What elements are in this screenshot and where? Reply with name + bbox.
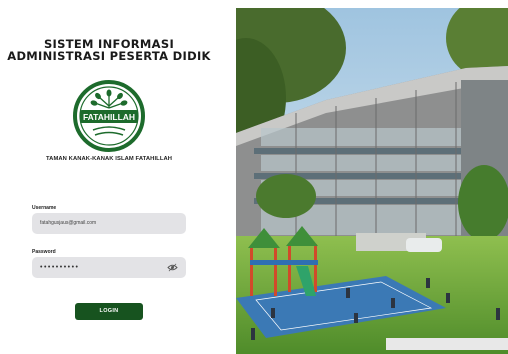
school-logo: FATAHILLAH (73, 80, 145, 152)
password-label: Password (32, 249, 56, 255)
username-field[interactable]: fatahgusjaus@gmail.com (32, 213, 186, 234)
app-title-line2: ADMINISTRASI PESERTA DIDIK (7, 49, 211, 63)
login-panel: SISTEM INFORMASI ADMINISTRASI PESERTA DI… (0, 0, 236, 354)
login-button[interactable]: LOGIN (75, 303, 143, 320)
login-form: Username fatahgusjaus@gmail.com Password… (32, 204, 186, 278)
logo-text: FATAHILLAH (83, 112, 135, 122)
eye-icon[interactable] (167, 263, 178, 272)
password-field[interactable]: •••••••••• (32, 257, 186, 278)
password-value: •••••••••• (40, 264, 80, 271)
school-name: TAMAN KANAK-KANAK ISLAM FATAHILLAH (45, 156, 173, 162)
app-title: SISTEM INFORMASI ADMINISTRASI PESERTA DI… (0, 38, 218, 62)
school-building-image (236, 8, 508, 354)
username-label: Username (32, 205, 57, 211)
